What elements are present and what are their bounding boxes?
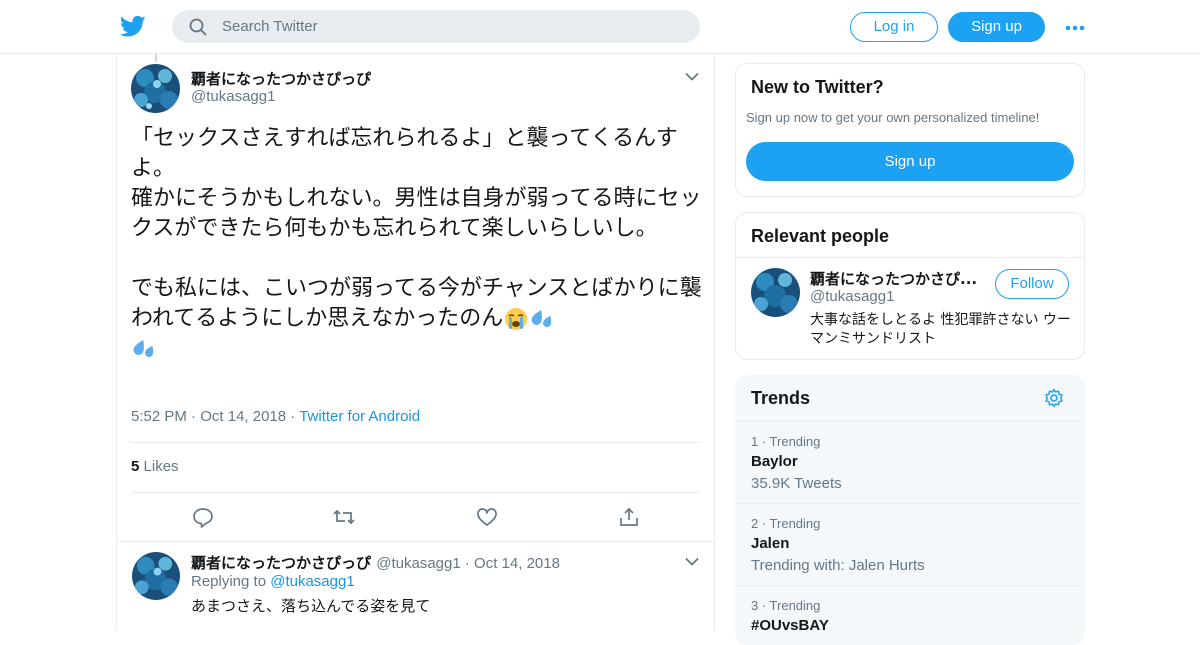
twitter-bird-icon[interactable] (119, 13, 146, 39)
reply-author-name-text: 覇者になったつかさぴっぴ (191, 554, 372, 572)
reply-author-name[interactable]: 覇者になったつかさぴっぴ @tukasagg1 · Oct 14, 2018 (191, 552, 560, 573)
person-name[interactable]: 覇者になったつかさぴ... (810, 268, 977, 289)
new-to-twitter-card: New to Twitter? Sign up now to get your … (735, 63, 1085, 197)
trend-name: Jalen (751, 535, 790, 552)
trend-subtitle: Trending with: Jalen Hurts (751, 557, 925, 574)
reply-icon[interactable] (191, 506, 215, 528)
follow-button[interactable]: Follow (995, 269, 1069, 299)
divider (131, 442, 700, 443)
chevron-down-icon[interactable] (685, 557, 699, 567)
likes-number: 5 (131, 458, 140, 475)
card-subtitle: Sign up now to get your own personalized… (746, 110, 1040, 125)
avatar[interactable] (751, 268, 800, 317)
trend-rank: 1 · Trending (751, 434, 821, 449)
author-name[interactable]: 覇者になったつかさぴっぴ (191, 68, 371, 89)
card-title: Trends (751, 388, 811, 408)
author-handle[interactable]: @tukasagg1 (191, 88, 275, 105)
likes-count[interactable]: 5 Likes (131, 458, 179, 475)
trend-item[interactable]: 1 · Trending Baylor 35.9K Tweets (736, 421, 1084, 503)
like-icon[interactable] (475, 506, 499, 528)
sweat-droplets-icon (131, 336, 157, 362)
trend-rank: 2 · Trending (751, 516, 821, 531)
relevant-people-card: Relevant people 覇者になったつかさぴ... @tukasagg1… (735, 212, 1085, 360)
sidebar-signup-button[interactable]: Sign up (746, 142, 1074, 181)
divider (117, 541, 714, 542)
reply-text: あまつさえ、落ち込んでる姿を見て (191, 597, 431, 615)
person-bio: 大事な話をしとるよ 性犯罪許さない ウーマンミサンドリスト (810, 312, 1071, 347)
avatar[interactable] (132, 552, 180, 600)
divider (736, 257, 1084, 258)
trend-name: #OUvsBAY (751, 617, 829, 634)
chevron-down-icon[interactable] (685, 72, 699, 82)
trends-card: Trends 1 · Trending Baylor 35.9K Tweets … (735, 375, 1085, 645)
loudly-crying-face-icon (503, 306, 529, 332)
replying-to-label: Replying to (191, 573, 267, 590)
likes-label: Likes (143, 458, 179, 475)
divider (131, 492, 700, 493)
trend-item[interactable]: 2 · Trending Jalen Trending with: Jalen … (736, 503, 1084, 585)
reply-author-handle[interactable]: @tukasagg1 (376, 555, 460, 572)
tweet-metadata: 5:52 PM · Oct 14, 2018 · Twitter for And… (131, 408, 420, 425)
separator: · (290, 408, 300, 425)
login-button[interactable]: Log in (850, 12, 938, 42)
separator: · (191, 408, 201, 425)
trend-item[interactable]: 3 · Trending #OUvsBAY (736, 585, 1084, 644)
card-title: Relevant people (751, 226, 890, 246)
share-icon[interactable] (617, 506, 641, 528)
reply-date[interactable]: Oct 14, 2018 (474, 555, 560, 572)
tweet-detail-column: 覇者になったつかさぴっぴ @tukasagg1 「セックスさえすれば忘れられるよ… (116, 54, 715, 630)
separator: · (460, 555, 475, 572)
replying-to: Replying to @tukasagg1 (191, 573, 355, 590)
trend-name: Baylor (751, 453, 798, 470)
gear-icon[interactable] (1044, 388, 1064, 408)
top-navigation-bar: Search Twitter Log in Sign up (0, 0, 1200, 54)
tweet-text: 「セックスさえすれば忘れられるよ」と襲ってくるんすよ。 確かにそうかもしれない。… (131, 124, 706, 364)
trend-subtitle: 35.9K Tweets (751, 475, 842, 492)
replying-to-handle[interactable]: @tukasagg1 (270, 573, 354, 590)
signup-button[interactable]: Sign up (948, 12, 1045, 42)
retweet-icon[interactable] (332, 506, 356, 528)
tweet-source-link[interactable]: Twitter for Android (299, 408, 420, 425)
more-options-icon[interactable] (1064, 20, 1086, 34)
tweet-date[interactable]: Oct 14, 2018 (200, 408, 286, 425)
tweet-body: 「セックスさえすれば忘れられるよ」と襲ってくるんすよ。 確かにそうかもしれない。… (131, 126, 702, 331)
search-input[interactable]: Search Twitter (172, 10, 700, 43)
sweat-droplets-icon (529, 306, 555, 332)
person-handle[interactable]: @tukasagg1 (810, 288, 894, 305)
trend-rank: 3 · Trending (751, 598, 821, 613)
thread-connector (155, 54, 157, 62)
card-title: New to Twitter? (751, 77, 884, 97)
avatar[interactable] (131, 64, 180, 113)
tweet-time[interactable]: 5:52 PM (131, 408, 187, 425)
search-icon (189, 18, 207, 36)
search-placeholder: Search Twitter (222, 18, 318, 35)
